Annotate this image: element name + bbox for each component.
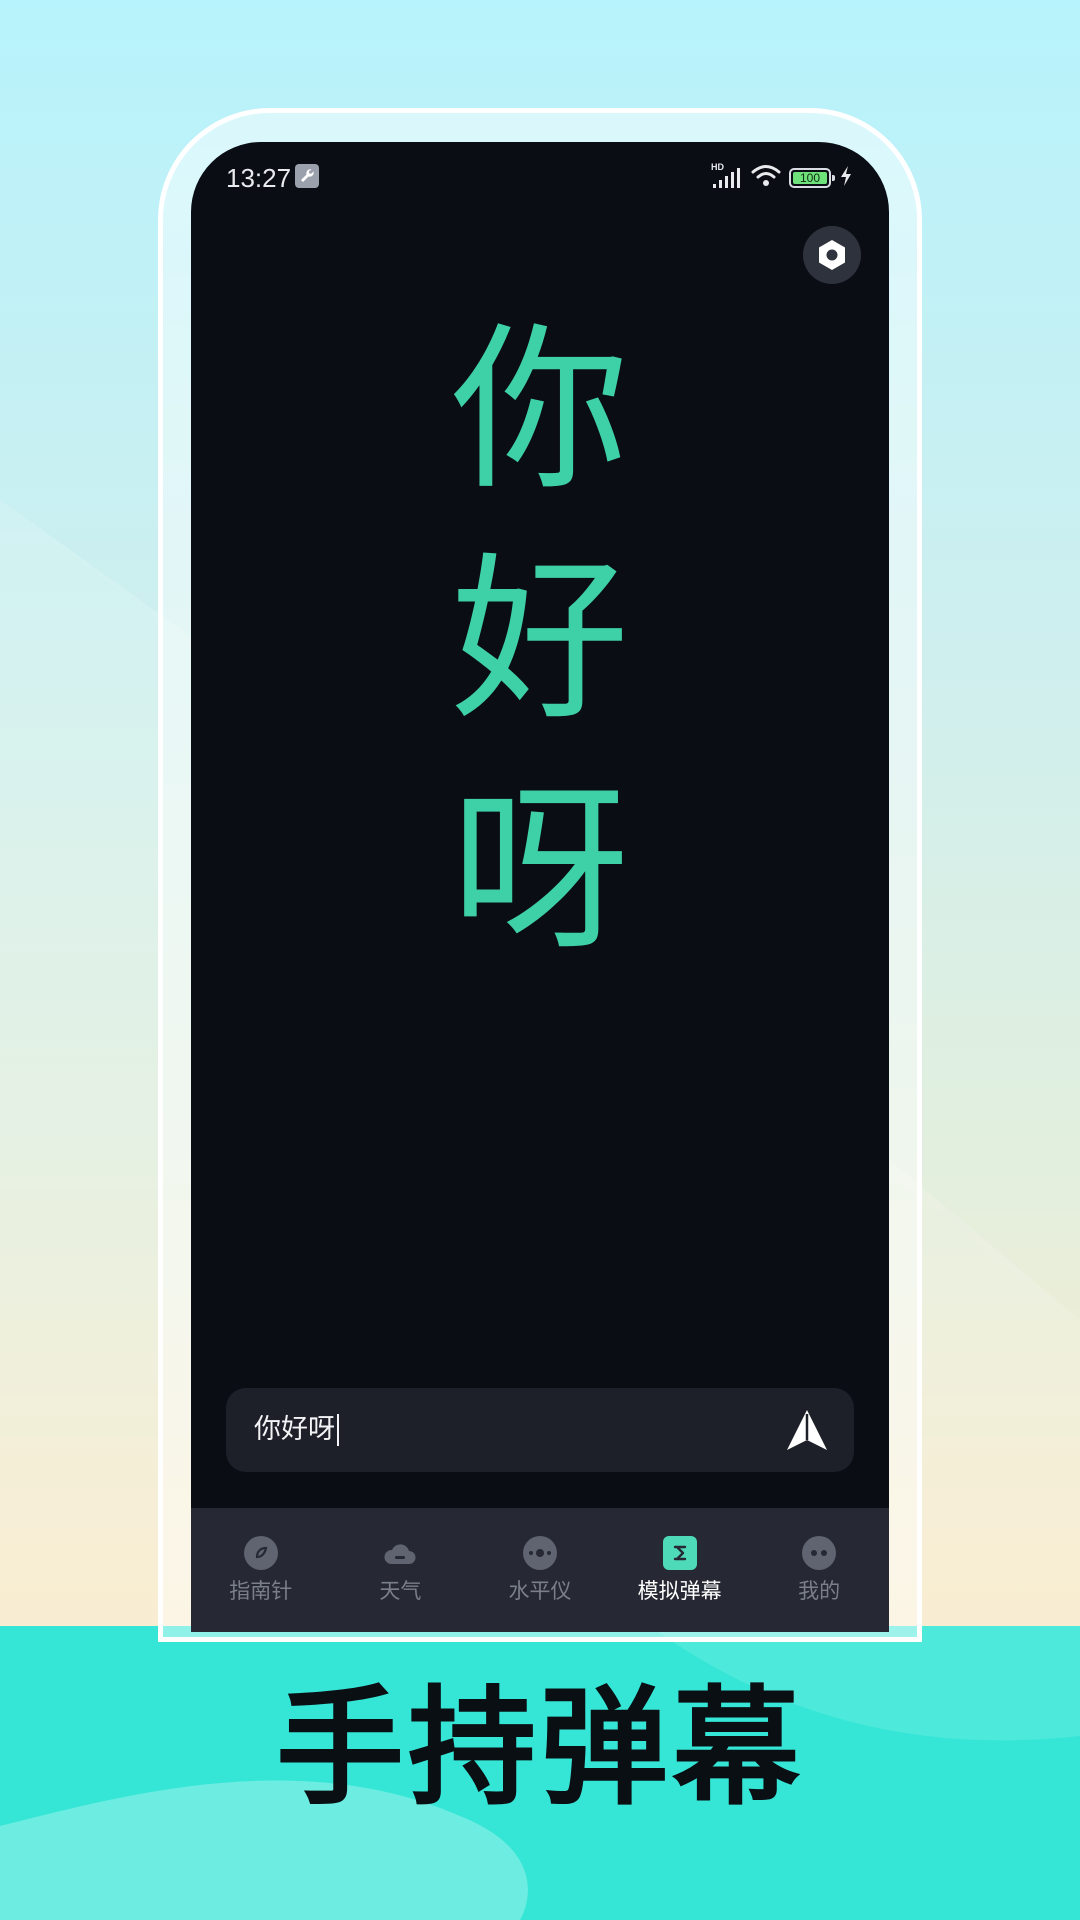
settings-button[interactable] xyxy=(803,226,861,284)
profile-icon xyxy=(802,1536,837,1570)
tab-weather[interactable]: 天气 xyxy=(331,1508,471,1632)
tab-label: 天气 xyxy=(379,1579,422,1603)
danmaku-char: 呀 xyxy=(451,767,629,974)
danmaku-input[interactable]: 你好呀 xyxy=(226,1388,854,1472)
send-button[interactable] xyxy=(784,1408,830,1454)
danmaku-icon xyxy=(662,1536,697,1570)
status-icons: HD 100 xyxy=(711,162,853,192)
battery-icon: 100 xyxy=(789,168,835,188)
text-caret xyxy=(337,1414,339,1446)
status-time: 13:27 xyxy=(226,163,292,193)
level-icon xyxy=(522,1536,557,1570)
danmaku-char: 你 xyxy=(451,307,629,514)
tab-compass[interactable]: 指南针 xyxy=(191,1508,331,1632)
tab-level[interactable]: 水平仪 xyxy=(470,1508,610,1632)
slogan-title: 手持弹幕 xyxy=(275,1674,804,1823)
compass-icon xyxy=(243,1536,278,1570)
danmaku-input-field[interactable]: 你好呀 xyxy=(254,1388,339,1472)
tab-label: 指南针 xyxy=(229,1579,293,1603)
phone-screen: 13:27 HD 100 你 好 呀 你好呀 指南针 天气 水平仪 模拟弹幕 我… xyxy=(191,142,889,1632)
settings-hex-icon xyxy=(819,240,845,270)
tab-label: 模拟弹幕 xyxy=(637,1579,722,1603)
danmaku-display: 你 好 呀 xyxy=(191,322,889,1142)
battery-level: 100 xyxy=(793,172,827,184)
tab-profile[interactable]: 我的 xyxy=(749,1508,889,1632)
wrench-icon xyxy=(295,164,319,188)
tab-label: 我的 xyxy=(798,1579,841,1603)
danmaku-char: 好 xyxy=(451,537,629,744)
charging-icon xyxy=(839,165,853,191)
cloud-icon xyxy=(383,1536,417,1570)
status-bar: 13:27 HD 100 xyxy=(191,142,889,214)
wifi-icon xyxy=(751,164,781,192)
tab-label: 水平仪 xyxy=(508,1579,572,1603)
send-icon xyxy=(787,1410,827,1450)
tab-danmaku[interactable]: 模拟弹幕 xyxy=(610,1508,750,1632)
bottom-tab-bar: 指南针 天气 水平仪 模拟弹幕 我的 xyxy=(191,1508,889,1632)
signal-icon: HD xyxy=(711,162,743,190)
input-value: 你好呀 xyxy=(254,1414,335,1445)
